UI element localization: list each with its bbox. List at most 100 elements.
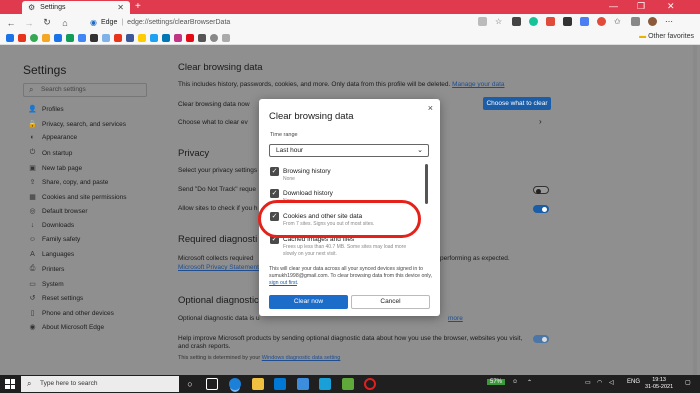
manage-data-link[interactable]: Manage your data (452, 81, 504, 88)
favorite-icon[interactable] (102, 34, 110, 42)
cortana-icon[interactable]: ○ (184, 378, 196, 390)
privacy-description: Select your privacy settings f (178, 167, 261, 174)
download-history-checkbox[interactable]: ✓ (270, 189, 279, 198)
store-icon[interactable] (274, 378, 286, 390)
collections-icon[interactable] (631, 17, 640, 26)
opera-icon[interactable] (364, 378, 376, 390)
clear-now-button[interactable]: Clear now (269, 295, 348, 309)
close-window-button[interactable]: ✕ (667, 1, 675, 12)
address-bar[interactable]: ◉ Edge | edge://settings/clearBrowserDat… (90, 16, 480, 29)
favorite-icon[interactable] (90, 34, 98, 42)
tab-settings[interactable]: ⚙ Settings ✕ (22, 1, 130, 14)
other-favorites[interactable]: ▬ Other favorites (639, 33, 694, 40)
sidebar-item-reset[interactable]: ↺ Reset settings (28, 294, 84, 303)
mail-icon[interactable] (297, 378, 309, 390)
chevron-right-icon[interactable]: › (539, 117, 542, 126)
sidebar-item-cookies[interactable]: ▦ Cookies and site permissions (28, 193, 126, 202)
extension-icon[interactable] (597, 17, 606, 26)
favorite-icon[interactable] (114, 34, 122, 42)
extension-icon[interactable] (546, 17, 555, 26)
read-aloud-icon[interactable] (478, 17, 487, 26)
do-not-track-toggle[interactable] (533, 186, 549, 194)
favorite-icon[interactable] (66, 34, 74, 42)
favorite-icon[interactable] (78, 34, 86, 42)
cancel-button[interactable]: Cancel (351, 295, 430, 309)
forward-icon[interactable]: → (22, 18, 36, 28)
sidebar-item-downloads[interactable]: ↓ Downloads (28, 222, 74, 229)
choose-what-to-clear-button[interactable]: Choose what to clear (483, 97, 551, 110)
sidebar-item-privacy[interactable]: 🔒 Privacy, search, and services (28, 120, 126, 129)
minimize-button[interactable]: — (609, 1, 618, 11)
extension-icon[interactable] (512, 17, 521, 26)
windows-start-icon[interactable] (5, 379, 15, 389)
more-icon[interactable]: ⋯ (665, 17, 674, 26)
close-icon[interactable]: × (428, 103, 433, 113)
sidebar-item-family[interactable]: ☺ Family safety (28, 236, 80, 243)
edge-taskbar-icon[interactable] (229, 378, 241, 390)
favorite-icon[interactable] (30, 34, 38, 42)
privacy-statement-link[interactable]: Microsoft Privacy Statement (178, 264, 259, 271)
app-icon[interactable] (342, 378, 354, 390)
refresh-icon[interactable]: ↻ (40, 17, 54, 28)
favorite-icon[interactable] (150, 34, 158, 42)
time-range-select[interactable]: Last hour ⌄ (269, 144, 429, 157)
back-icon[interactable]: ← (4, 18, 18, 28)
optional-learn-more-link[interactable]: more (448, 315, 463, 322)
favorite-icon[interactable] (198, 34, 206, 42)
taskbar-search-input[interactable]: ⌕ Type here to search (21, 376, 179, 392)
sidebar-item-phone[interactable]: ▯ Phone and other devices (28, 309, 114, 318)
sidebar-item-default-browser[interactable]: ◎ Default browser (28, 207, 87, 216)
favorite-icon[interactable] (126, 34, 134, 42)
favorite-icon[interactable] (54, 34, 62, 42)
favorite-icon[interactable] (186, 34, 194, 42)
sidebar-item-appearance[interactable]: ◐ Appearance (28, 134, 77, 141)
wifi-icon[interactable]: ◠ (597, 379, 602, 386)
language-indicator[interactable]: ENG (627, 379, 640, 385)
windows-diagnostic-link[interactable]: Windows diagnostic data setting (262, 355, 341, 361)
browsing-history-checkbox[interactable]: ✓ (270, 167, 279, 176)
search-input[interactable]: ⌕ Search settings (23, 83, 147, 97)
file-explorer-icon[interactable] (252, 378, 264, 390)
favorite-icon[interactable] (210, 34, 218, 42)
clock[interactable]: 19:13 31-05-2021 (645, 377, 673, 391)
extension-icon[interactable] (580, 17, 589, 26)
tab-close-icon[interactable]: ✕ (117, 3, 124, 12)
favorite-icon[interactable] (18, 34, 26, 42)
sidebar-item-printers[interactable]: ⎙ Printers (28, 265, 65, 273)
sign-out-link[interactable]: sign out first (269, 280, 297, 286)
battery-indicator[interactable]: 57% (487, 379, 506, 385)
extension-icon[interactable] (563, 17, 572, 26)
favorite-star-icon[interactable]: ☆ (495, 17, 504, 26)
favorite-icon[interactable] (174, 34, 182, 42)
task-view-icon[interactable] (206, 378, 218, 390)
power-icon: ⏻ (29, 149, 36, 156)
maximize-button[interactable]: ❐ (637, 1, 645, 12)
favorite-icon[interactable] (6, 34, 14, 42)
sidebar-item-about[interactable]: ◉ About Microsoft Edge (28, 323, 104, 332)
favorite-icon[interactable] (42, 34, 50, 42)
battery-icon[interactable]: ▭ (585, 379, 591, 386)
help-improve-toggle[interactable] (533, 335, 549, 343)
page-scrollbar[interactable] (693, 45, 697, 375)
sidebar-item-share[interactable]: ⇪ Share, copy, and paste (28, 178, 109, 187)
favorite-icon[interactable] (222, 34, 230, 42)
dialog-scrollbar[interactable] (425, 164, 428, 204)
allow-sites-toggle[interactable] (533, 205, 549, 213)
people-icon[interactable]: ☺ (512, 379, 518, 385)
sidebar-item-languages[interactable]: A Languages (28, 251, 74, 258)
favorite-icon[interactable] (162, 34, 170, 42)
tray-chevron-icon[interactable]: ⌃ (527, 379, 532, 386)
sidebar-item-on-startup[interactable]: ⏻ On startup (28, 149, 73, 157)
notifications-icon[interactable]: ▢ (685, 379, 691, 386)
sidebar-item-profiles[interactable]: 👤 Profiles (28, 105, 64, 114)
app-icon[interactable] (319, 378, 331, 390)
volume-icon[interactable]: ◁ (609, 379, 614, 386)
sidebar-item-new-tab[interactable]: ▣ New tab page (28, 164, 82, 173)
favorites-icon[interactable]: ✩ (614, 17, 623, 26)
grammarly-icon[interactable] (529, 17, 538, 26)
home-icon[interactable]: ⌂ (58, 18, 72, 28)
new-tab-button[interactable]: + (135, 1, 141, 12)
favorite-icon[interactable] (138, 34, 146, 42)
sidebar-item-system[interactable]: ▭ System (28, 280, 63, 289)
avatar[interactable] (648, 17, 657, 26)
